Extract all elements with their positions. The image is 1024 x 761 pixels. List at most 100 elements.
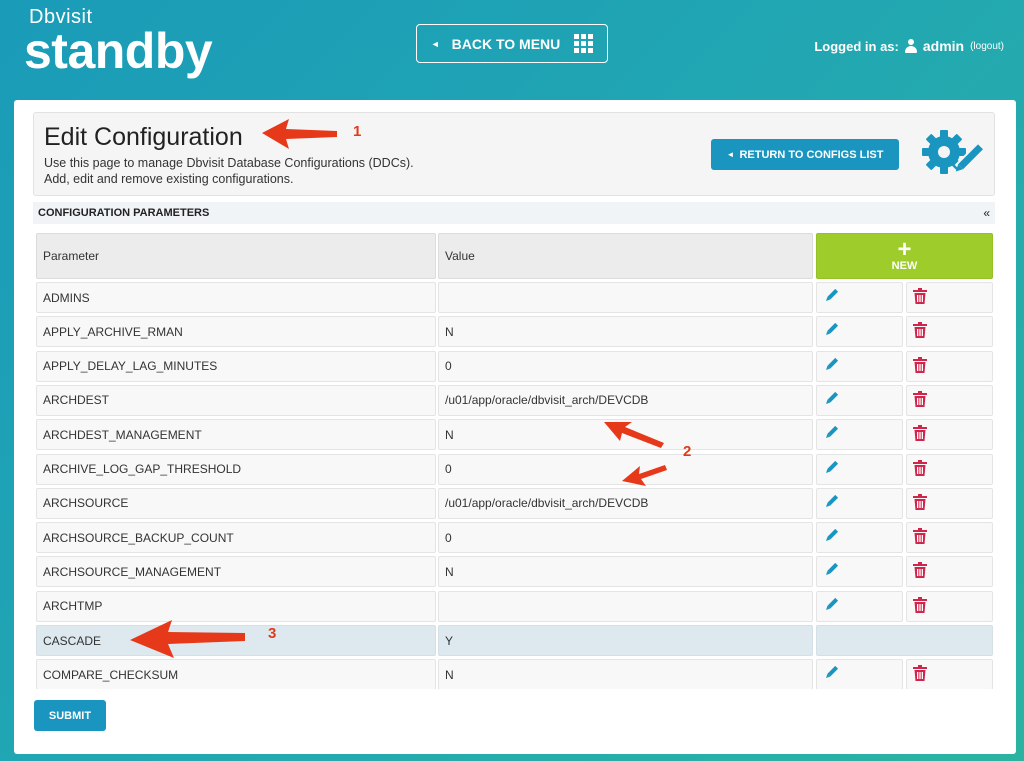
table-row: ARCHSOURCE_BACKUP_COUNT 0 (33, 522, 995, 554)
column-header-value: Value (438, 233, 813, 279)
delete-button[interactable] (906, 453, 993, 485)
plus-icon: + (897, 236, 912, 263)
delete-button[interactable] (906, 659, 993, 689)
delete-button[interactable] (906, 316, 993, 348)
logged-in-label: Logged in as: (814, 38, 899, 54)
pencil-icon (823, 494, 839, 513)
pencil-icon (823, 357, 839, 376)
parameter-value: Y (438, 625, 813, 656)
parameters-table: Parameter Value + NEW ADMINS APPLY_ARCHIV… (33, 231, 995, 689)
parameter-value: N (438, 316, 813, 348)
table-row: ARCHDEST_MANAGEMENT N (33, 419, 995, 451)
section-title: CONFIGURATION PARAMETERS (38, 207, 210, 219)
parameter-value: N (438, 419, 813, 451)
table-row: CASCADE Y (33, 625, 995, 656)
parameter-value: /u01/app/oracle/dbvisit_arch/DEVCDB (438, 487, 813, 519)
edit-button[interactable] (816, 350, 903, 382)
parameter-name: COMPARE_CHECKSUM (36, 659, 436, 689)
table-header-row: Parameter Value + NEW (33, 233, 995, 279)
edit-button[interactable] (816, 282, 903, 313)
parameter-value: N (438, 659, 813, 689)
dbvisit-logo: Dbvisit standby (24, 6, 213, 79)
edit-button[interactable] (816, 419, 903, 451)
delete-button[interactable] (906, 419, 993, 451)
pencil-icon (823, 425, 839, 444)
edit-button[interactable] (816, 522, 903, 554)
edit-button[interactable] (816, 316, 903, 348)
parameter-value (438, 282, 813, 313)
delete-button[interactable] (906, 556, 993, 588)
parameter-name: ARCHIVE_LOG_GAP_THRESHOLD (36, 453, 436, 485)
delete-button[interactable] (906, 522, 993, 554)
trash-icon (913, 459, 927, 479)
annotation-label-3: 3 (268, 625, 277, 642)
grid-menu-icon (574, 34, 594, 53)
pencil-icon (823, 288, 839, 307)
parameter-name: ARCHSOURCE_MANAGEMENT (36, 556, 436, 588)
table-row: COMPARE_CHECKSUM N (33, 659, 995, 689)
column-header-parameter: Parameter (36, 233, 436, 279)
user-icon (904, 39, 917, 53)
return-to-configs-label: RETURN TO CONFIGS LIST (739, 148, 884, 161)
annotation-label-1: 1 (353, 123, 362, 140)
new-parameter-button[interactable]: + NEW (816, 233, 993, 279)
edit-button[interactable] (816, 659, 903, 689)
parameter-name: ARCHTMP (36, 590, 436, 622)
main-panel: Edit Configuration Use this page to mana… (14, 100, 1016, 754)
table-row: ARCHDEST/u01/app/oracle/dbvisit_arch/DEV… (33, 384, 995, 416)
table-row: ADMINS (33, 282, 995, 313)
parameter-name: APPLY_DELAY_LAG_MINUTES (36, 350, 436, 382)
delete-button[interactable] (906, 282, 993, 313)
trash-icon (913, 390, 927, 410)
collapse-toggle[interactable]: « (983, 206, 990, 220)
description-line-2: Add, edit and remove existing configurat… (44, 172, 294, 186)
parameter-name: CASCADE (36, 625, 436, 656)
delete-button[interactable] (906, 350, 993, 382)
delete-button[interactable] (906, 384, 993, 416)
trash-icon (913, 493, 927, 513)
pencil-icon (823, 665, 839, 684)
parameter-name: APPLY_ARCHIVE_RMAN (36, 316, 436, 348)
table-row: ARCHTMP (33, 590, 995, 622)
logout-link[interactable]: (logout) (970, 41, 1004, 52)
parameter-name: ARCHSOURCE_BACKUP_COUNT (36, 522, 436, 554)
table-row: ARCHIVE_LOG_GAP_THRESHOLD 0 (33, 453, 995, 485)
actions-cell-empty (816, 625, 993, 656)
edit-button[interactable] (816, 453, 903, 485)
delete-button[interactable] (906, 590, 993, 622)
table-row: APPLY_DELAY_LAG_MINUTES 0 (33, 350, 995, 382)
submit-button[interactable]: SUBMIT (34, 700, 106, 731)
logo-product: standby (24, 23, 213, 79)
edit-button[interactable] (816, 384, 903, 416)
login-info: Logged in as: admin (logout) (814, 38, 1004, 54)
page-header: Edit Configuration Use this page to mana… (33, 112, 995, 196)
return-to-configs-button[interactable]: ◄ RETURN TO CONFIGS LIST (711, 139, 899, 170)
edit-button[interactable] (816, 590, 903, 622)
edit-button[interactable] (816, 487, 903, 519)
parameter-name: ARCHSOURCE (36, 487, 436, 519)
pencil-icon (823, 322, 839, 341)
parameter-value: /u01/app/oracle/dbvisit_arch/DEVCDB (438, 384, 813, 416)
left-arrow-icon: ◄ (726, 150, 735, 159)
parameter-name: ARCHDEST_MANAGEMENT (36, 419, 436, 451)
table-row: ARCHSOURCE_MANAGEMENT N (33, 556, 995, 588)
trash-icon (913, 288, 927, 307)
parameter-value: 0 (438, 350, 813, 382)
parameter-value (438, 590, 813, 622)
annotation-label-2: 2 (683, 443, 692, 460)
pencil-icon (823, 562, 839, 581)
page-title: Edit Configuration (44, 123, 243, 151)
left-arrow-icon: ◄ (430, 38, 440, 49)
pencil-icon (823, 391, 839, 410)
parameter-value: N (438, 556, 813, 588)
page-description: Use this page to manage Dbvisit Database… (44, 155, 414, 187)
trash-icon (913, 528, 927, 547)
back-to-menu-button[interactable]: ◄ BACK TO MENU (416, 24, 608, 63)
pencil-icon (823, 528, 839, 547)
delete-button[interactable] (906, 487, 993, 519)
parameter-name: ARCHDEST (36, 384, 436, 416)
trash-icon (913, 562, 927, 581)
trash-icon (913, 322, 927, 341)
edit-button[interactable] (816, 556, 903, 588)
parameter-value: 0 (438, 453, 813, 485)
